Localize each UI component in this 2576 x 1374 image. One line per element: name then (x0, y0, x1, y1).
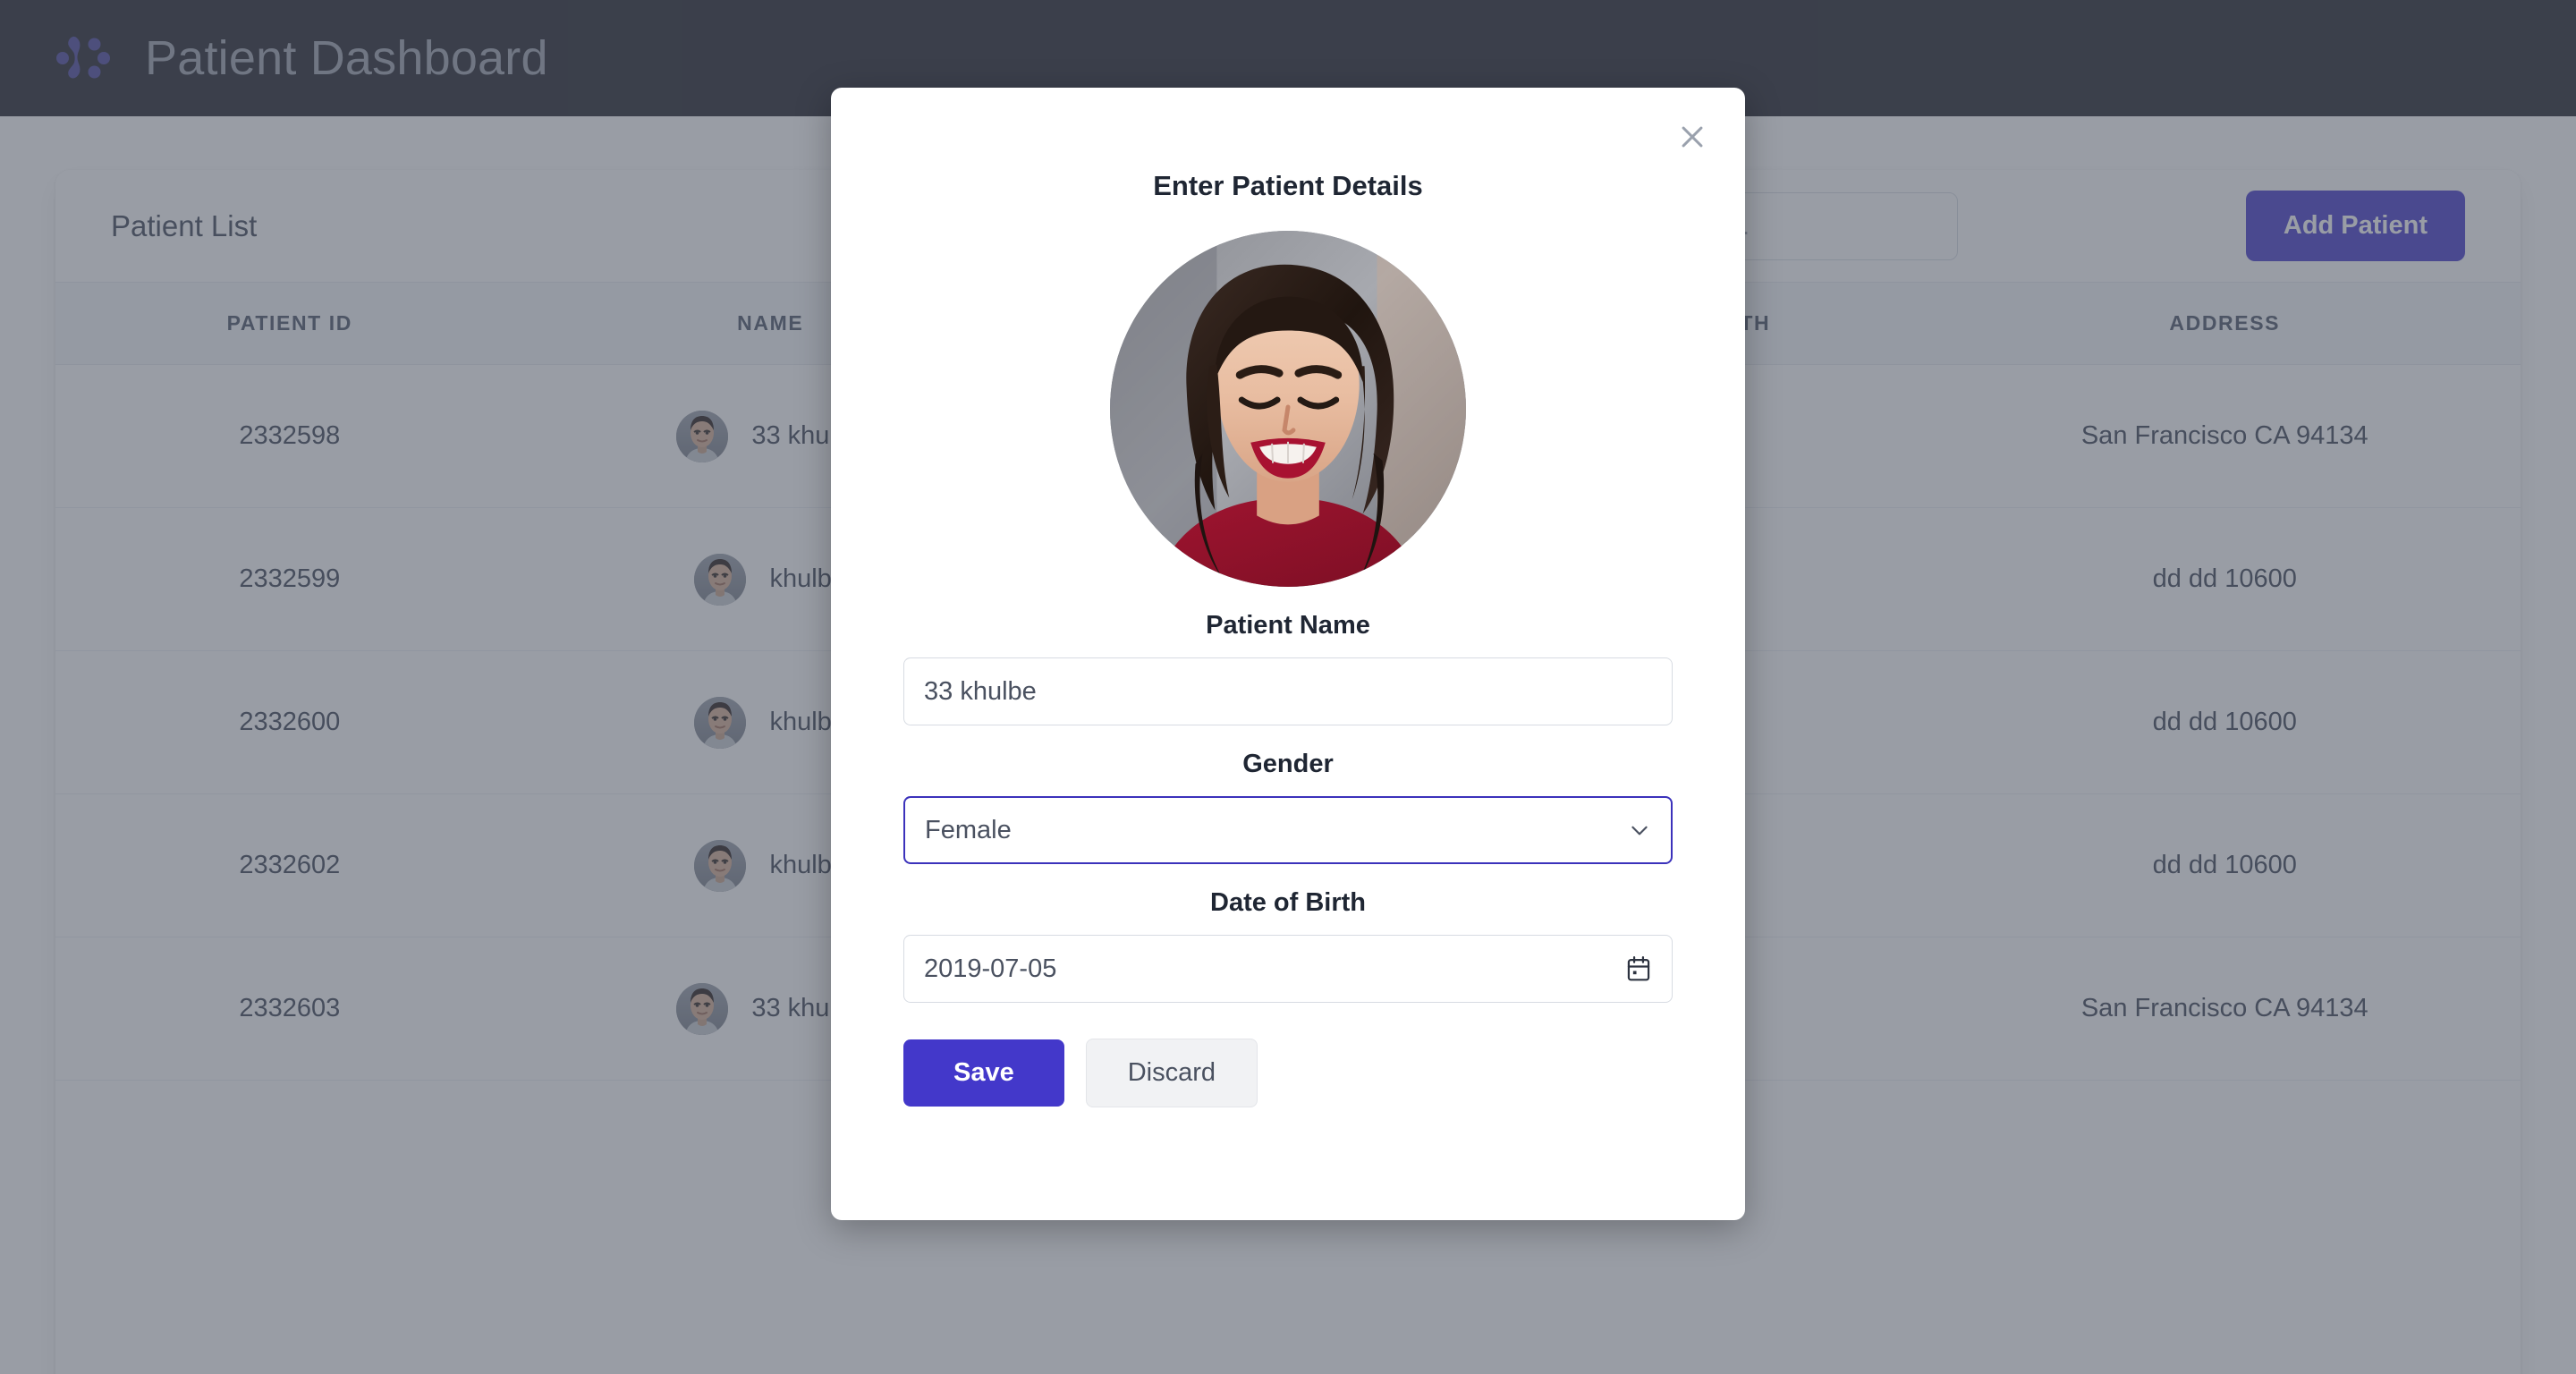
gender-select[interactable]: Female (903, 796, 1673, 864)
save-button[interactable]: Save (903, 1039, 1064, 1107)
patient-photo[interactable] (1110, 231, 1466, 587)
close-icon[interactable] (1672, 116, 1713, 157)
gender-value: Female (925, 816, 1012, 845)
patient-name-input[interactable]: 33 khulbe (903, 657, 1673, 725)
dob-label: Date of Birth (1210, 888, 1366, 918)
modal-title: Enter Patient Details (1153, 170, 1422, 202)
patient-name-value: 33 khulbe (924, 677, 1037, 707)
dob-value: 2019-07-05 (924, 954, 1056, 984)
gender-label: Gender (1242, 750, 1334, 779)
discard-button[interactable]: Discard (1086, 1039, 1258, 1107)
modal-action-row: Save Discard (903, 1039, 1673, 1107)
chevron-down-icon (1628, 818, 1651, 842)
dob-input[interactable]: 2019-07-05 (903, 935, 1673, 1003)
patient-name-label: Patient Name (1206, 611, 1370, 640)
patient-details-modal: Enter Patient Details (831, 88, 1745, 1220)
calendar-icon[interactable] (1625, 954, 1652, 983)
